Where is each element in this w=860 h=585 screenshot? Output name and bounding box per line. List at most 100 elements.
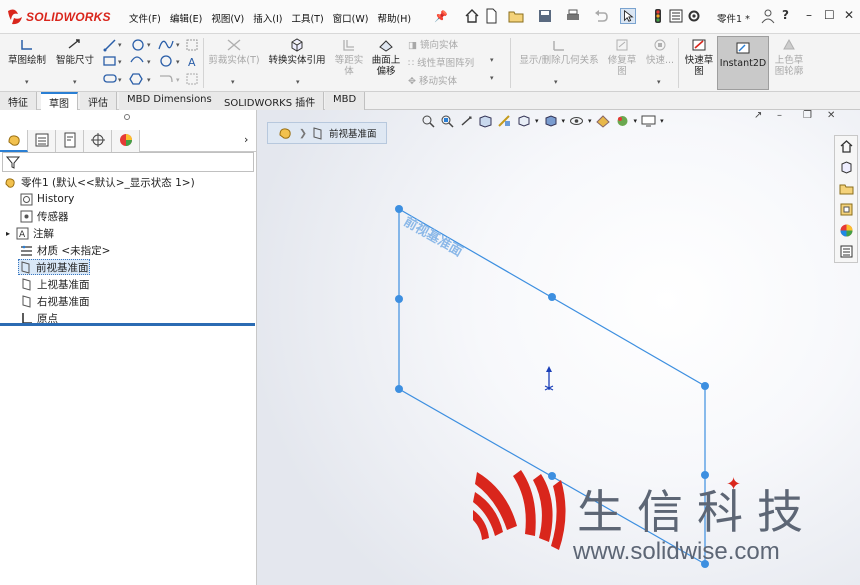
move-entities-button[interactable]: ✥ 移动实体 xyxy=(408,73,457,87)
tab-solidworks-addins[interactable]: SOLIDWORKS 插件 xyxy=(216,92,325,110)
tree-item-front-plane[interactable]: 前视基准面 xyxy=(18,259,90,275)
restore-icon[interactable]: ☐ xyxy=(824,8,835,22)
shaded-sketch-contours-button[interactable]: 上色草 图轮廓 xyxy=(771,38,807,77)
panel-tabs: › xyxy=(0,130,257,152)
appearances-scenes-icon[interactable] xyxy=(839,223,854,238)
trim-entities-button[interactable]: 剪裁实体(T) xyxy=(208,38,260,66)
menu-insert[interactable]: 插入(I) xyxy=(253,11,282,25)
display-manager-tab[interactable] xyxy=(112,130,140,152)
part-feature-tree-icon xyxy=(8,135,20,146)
svg-text:▾: ▾ xyxy=(147,41,151,49)
tab-sketch[interactable]: 草图 xyxy=(41,92,78,110)
panel-tabs-more-icon[interactable]: › xyxy=(244,133,248,146)
options-gear-icon[interactable] xyxy=(686,8,702,24)
trim-dropdown-icon[interactable]: ▾ xyxy=(231,78,235,86)
rapid-sketch-button[interactable]: 快速草 图 xyxy=(681,38,717,77)
menu-file[interactable]: 文件(F) xyxy=(129,11,161,25)
watermark-company-name: 生信科技 xyxy=(577,485,817,539)
tree-item-material[interactable]: 材质 <未指定> xyxy=(20,242,110,258)
tree-item-label: History xyxy=(37,193,75,205)
featuremanager-tab[interactable] xyxy=(0,130,28,152)
convert-entities-button[interactable]: 转换实体引用 xyxy=(264,38,330,66)
tree-item-top-plane[interactable]: 上视基准面 xyxy=(20,276,90,292)
sketch-dropdown-icon[interactable]: ▾ xyxy=(25,78,29,86)
view-palette-icon[interactable] xyxy=(839,202,854,217)
save-icon[interactable] xyxy=(537,8,553,24)
panel-collapse-handle[interactable] xyxy=(124,114,130,120)
mirror-entities-button[interactable]: ◨ 镜向实体 xyxy=(408,37,458,51)
menu-window[interactable]: 窗口(W) xyxy=(333,11,369,25)
menu-view[interactable]: 视图(V) xyxy=(211,11,244,25)
tree-root-part[interactable]: 零件1 (默认<<默认>_显示状态 1>) xyxy=(4,174,195,190)
custom-properties-icon[interactable] xyxy=(839,244,854,259)
design-library-icon[interactable] xyxy=(839,160,854,175)
linear-pattern-icon: ∷ xyxy=(408,58,418,69)
svg-text:▾: ▾ xyxy=(176,41,180,49)
user-account-icon[interactable] xyxy=(760,8,776,24)
graphics-area[interactable]: ▾ ▾ ▾ ▾ ▾ ↗ – ❐ ✕ ❯ 前视基准面 前视基准面 生信科技 ✦ w… xyxy=(257,110,860,585)
file-properties-icon[interactable] xyxy=(668,8,684,24)
title-bar: SOLIDWORKS 文件(F) 编辑(E) 视图(V) 插入(I) 工具(T)… xyxy=(0,0,860,34)
move-dropdown-icon[interactable]: ▾ xyxy=(490,74,494,82)
undo-icon[interactable] xyxy=(593,8,609,24)
company-watermark: 生信科技 ✦ www.solidwise.com xyxy=(473,470,833,580)
pin-menu-icon[interactable]: 📌 xyxy=(434,10,448,23)
menu-help[interactable]: 帮助(H) xyxy=(377,11,411,25)
dimxpert-tab[interactable] xyxy=(84,130,112,152)
plane-name-label: 前视基准面 xyxy=(401,214,465,260)
menu-edit[interactable]: 编辑(E) xyxy=(170,11,202,25)
tab-mbd-dimensions[interactable]: MBD Dimensions xyxy=(119,92,221,110)
repair-sketch-button[interactable]: 修复草 图 xyxy=(604,38,640,77)
quick-snaps-button[interactable]: 快速... xyxy=(642,38,678,66)
propertymanager-tab[interactable] xyxy=(28,130,56,152)
configurationmanager-tab[interactable] xyxy=(56,130,84,152)
tree-item-history[interactable]: History xyxy=(20,191,74,207)
close-icon[interactable]: ✕ xyxy=(844,8,854,22)
tree-item-right-plane[interactable]: 右视基准面 xyxy=(20,293,90,309)
expand-arrow-icon[interactable]: ▸ xyxy=(6,229,10,238)
sketch-tools-grid[interactable]: ▾ ▾ ▾ ▾ ▾ ▾ A ▾ ▾ ▾ xyxy=(103,38,203,88)
quick-snaps-dropdown-icon[interactable]: ▾ xyxy=(657,78,661,86)
select-pointer-icon[interactable] xyxy=(620,8,636,24)
repair-label-1: 修复草 xyxy=(607,55,637,66)
instant2d-label: Instant2D xyxy=(719,58,767,69)
smart-dim-dropdown-icon[interactable]: ▾ xyxy=(73,78,77,86)
tree-item-annotations[interactable]: ▸ A 注解 xyxy=(6,225,54,241)
svg-text:▾: ▾ xyxy=(118,41,122,49)
pattern-dropdown-icon[interactable]: ▾ xyxy=(490,56,494,64)
minimize-icon[interactable]: – xyxy=(806,8,812,22)
offset-entities-button[interactable]: 等距实 体 xyxy=(332,38,366,77)
new-document-icon[interactable] xyxy=(483,8,499,24)
tab-evaluate[interactable]: 评估 xyxy=(80,92,117,110)
offset-on-surface-button[interactable]: 曲面上 偏移 xyxy=(368,38,404,77)
print-icon[interactable] xyxy=(565,8,581,24)
relations-dropdown-icon[interactable]: ▾ xyxy=(554,78,558,86)
rebuild-traffic-light-icon[interactable] xyxy=(650,8,666,24)
convert-dropdown-icon[interactable]: ▾ xyxy=(296,78,300,86)
svg-text:▾: ▾ xyxy=(118,76,122,84)
linear-pattern-label: 线性草图阵列 xyxy=(417,58,475,69)
part-icon xyxy=(5,177,15,188)
display-delete-relations-button[interactable]: 显示/删除几何关系 xyxy=(514,38,604,66)
tree-item-label: 材质 <未指定> xyxy=(37,244,111,257)
solidworks-logo[interactable]: SOLIDWORKS xyxy=(6,8,111,26)
open-folder-icon[interactable] xyxy=(508,8,524,24)
help-icon[interactable]: ? xyxy=(782,8,789,22)
tree-item-sensors[interactable]: 传感器 xyxy=(20,208,69,224)
annotations-icon: A xyxy=(16,227,29,240)
home-icon[interactable] xyxy=(464,8,480,24)
move-label: 移动实体 xyxy=(418,76,457,87)
sketch-button[interactable]: 草图绘制 xyxy=(5,38,49,66)
smart-dimension-button[interactable]: 智能尺寸 xyxy=(53,38,97,66)
linear-pattern-button[interactable]: ∷ 线性草图阵列 xyxy=(408,55,474,69)
solidworks-resources-home-icon[interactable] xyxy=(839,139,854,154)
instant2d-button[interactable]: Instant2D xyxy=(717,36,769,90)
tab-mbd[interactable]: MBD xyxy=(325,92,366,110)
trim-label: 剪裁实体(T) xyxy=(208,55,260,66)
file-explorer-icon[interactable] xyxy=(839,181,854,196)
rapid-sketch-label-2: 图 xyxy=(694,66,704,77)
tab-features[interactable]: 特征 xyxy=(0,92,37,110)
menu-tools[interactable]: 工具(T) xyxy=(291,11,323,25)
feature-tree-filter[interactable] xyxy=(2,152,254,172)
relations-label: 显示/删除几何关系 xyxy=(519,55,599,66)
